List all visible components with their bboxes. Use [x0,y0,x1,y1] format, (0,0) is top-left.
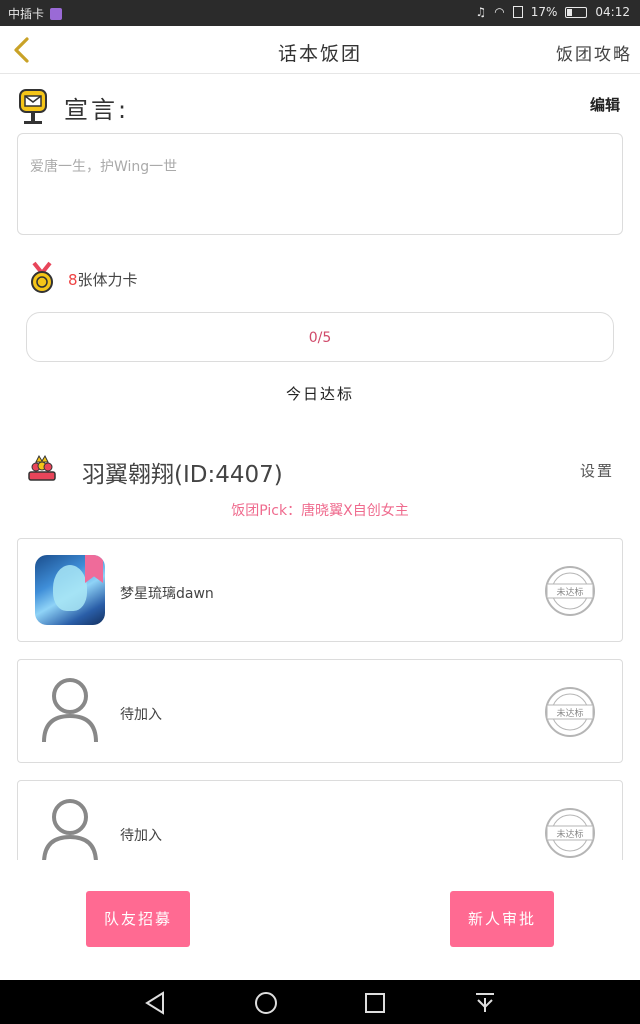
approve-newcomers-button[interactable]: 新人审批 [450,891,554,947]
person-icon [42,799,98,860]
member-status: 未达标 [556,707,583,719]
member-card[interactable]: 待加入 未达标 [17,659,623,763]
stamp-icon: 未达标 [545,808,595,858]
team-name: 羽翼翱翔(ID:4407) [82,462,283,488]
member-name: 梦星琉璃dawn [120,586,214,602]
member-status: 未达标 [556,828,583,840]
declaration-text: 爱唐一生，护Wing一世 [30,159,178,175]
declaration-field[interactable]: 爱唐一生，护Wing一世 [17,133,623,235]
member-name: 待加入 [120,828,162,844]
person-icon [42,678,98,743]
team-pick: 饭团Pick：唐晓翼X自创女主 [231,503,409,519]
edit-declaration-button[interactable]: 编辑 [590,94,620,115]
mailbox-icon [19,89,47,124]
energy-count: 8 [68,271,78,289]
daily-progress-bar: 0/5 [26,312,614,362]
member-card[interactable]: 梦星琉璃dawn 未达标 [17,538,623,642]
system-nav-bar [0,980,640,1024]
mute-icon: ♫ [475,5,487,19]
wifi-icon: ◠ [494,5,505,19]
member-name: 待加入 [120,707,162,723]
clock: 04:12 [595,5,630,19]
carrier-text: 中插卡 [8,7,45,21]
member-list[interactable]: 梦星琉璃dawn 未达标 待加入 未达标 待加入 未达标 [17,538,623,860]
medal-icon [31,261,53,293]
recruit-teammates-button[interactable]: 队友招募 [86,891,190,947]
sim-icon [512,6,523,18]
circle-home-icon[interactable] [253,990,279,1016]
member-status: 未达标 [556,586,583,598]
avatar [35,555,105,625]
member-card[interactable]: 待加入 未达标 [17,780,623,860]
status-bar: 中插卡 ♫ ◠ 17% 04:12 [0,0,640,26]
square-recent-icon[interactable] [362,990,388,1016]
team-settings-button[interactable]: 设置 [580,460,614,481]
guide-link[interactable]: 饭团攻略 [556,40,632,65]
stamp-icon: 未达标 [545,566,595,616]
pull-down-icon[interactable] [472,990,498,1016]
progress-caption: 今日达标 [285,385,354,403]
triangle-back-icon[interactable] [143,990,169,1016]
battery-icon [565,6,588,18]
stamp-icon: 未达标 [545,687,595,737]
energy-label: 张体力卡 [77,271,138,289]
progress-text: 0/5 [308,330,332,346]
crown-group-icon [28,454,56,481]
energy-cards: 8张体力卡 [68,269,138,290]
app-notification-icon [50,7,63,20]
header: 话本饭团 饭团攻略 [0,26,640,74]
battery-percent: 17% [530,5,558,19]
page-title: 话本饭团 [277,43,362,65]
declaration-title: 宣言: [64,96,130,124]
